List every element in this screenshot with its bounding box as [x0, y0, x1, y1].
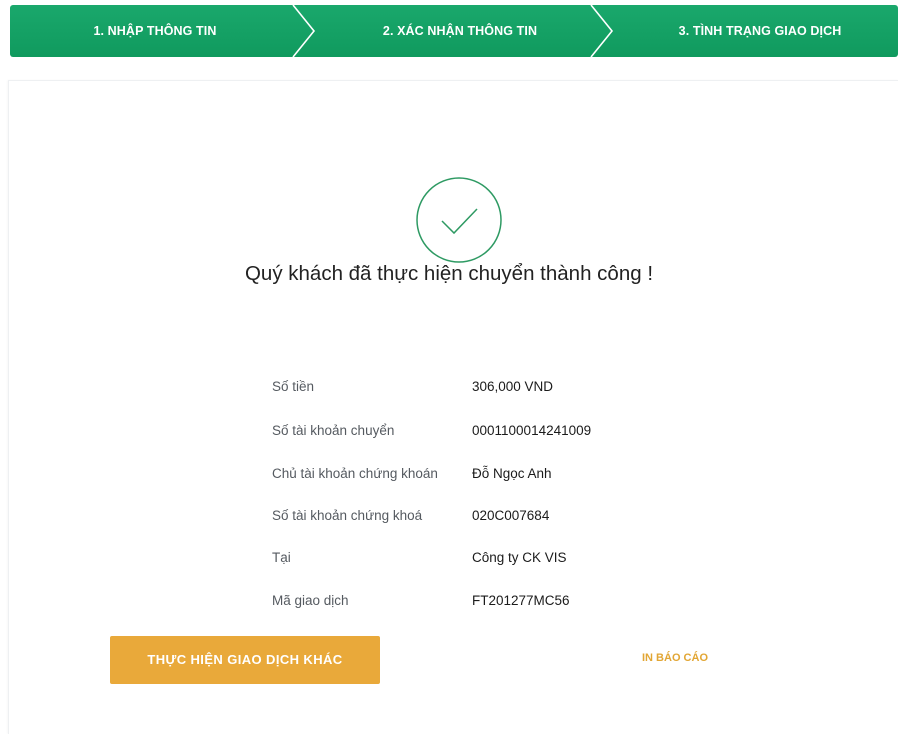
- detail-value-securities-owner: Đỗ Ngọc Anh: [472, 466, 552, 481]
- detail-value-amount: 306,000 VND: [472, 379, 554, 394]
- detail-value-source-account: 0001100014241009: [472, 423, 592, 438]
- success-message: Quý khách đã thực hiện chuyển thành công…: [244, 262, 654, 285]
- detail-label-securities-owner: Chủ tài khoản chứng khoán: [272, 466, 438, 481]
- detail-value-securities-account: 020C007684: [472, 508, 550, 523]
- progress-stepper: 1. NHẬP THÔNG TIN 2. XÁC NHẬN THÔNG TIN …: [10, 5, 898, 57]
- print-report-link[interactable]: IN BÁO CÁO: [622, 652, 728, 664]
- detail-value-company: Công ty CK VIS: [472, 550, 567, 565]
- detail-label-company: Tại: [272, 550, 291, 565]
- step-transaction-status: 3. TÌNH TRẠNG GIAO DỊCH: [678, 24, 842, 38]
- new-transaction-button[interactable]: THỰC HIỆN GIAO DỊCH KHÁC: [110, 636, 380, 684]
- detail-value-transaction-code: FT201277MC56: [472, 593, 570, 608]
- step-enter-info: 1. NHẬP THÔNG TIN: [93, 24, 217, 38]
- detail-label-amount: Số tiền: [272, 379, 315, 394]
- detail-label-source-account: Số tài khoản chuyển: [272, 423, 395, 438]
- detail-label-securities-account: Số tài khoản chứng khoá: [272, 508, 423, 523]
- check-circle-icon: [416, 177, 502, 263]
- detail-label-transaction-code: Mã giao dịch: [272, 593, 349, 608]
- step-confirm-info: 2. XÁC NHẬN THÔNG TIN: [382, 24, 538, 38]
